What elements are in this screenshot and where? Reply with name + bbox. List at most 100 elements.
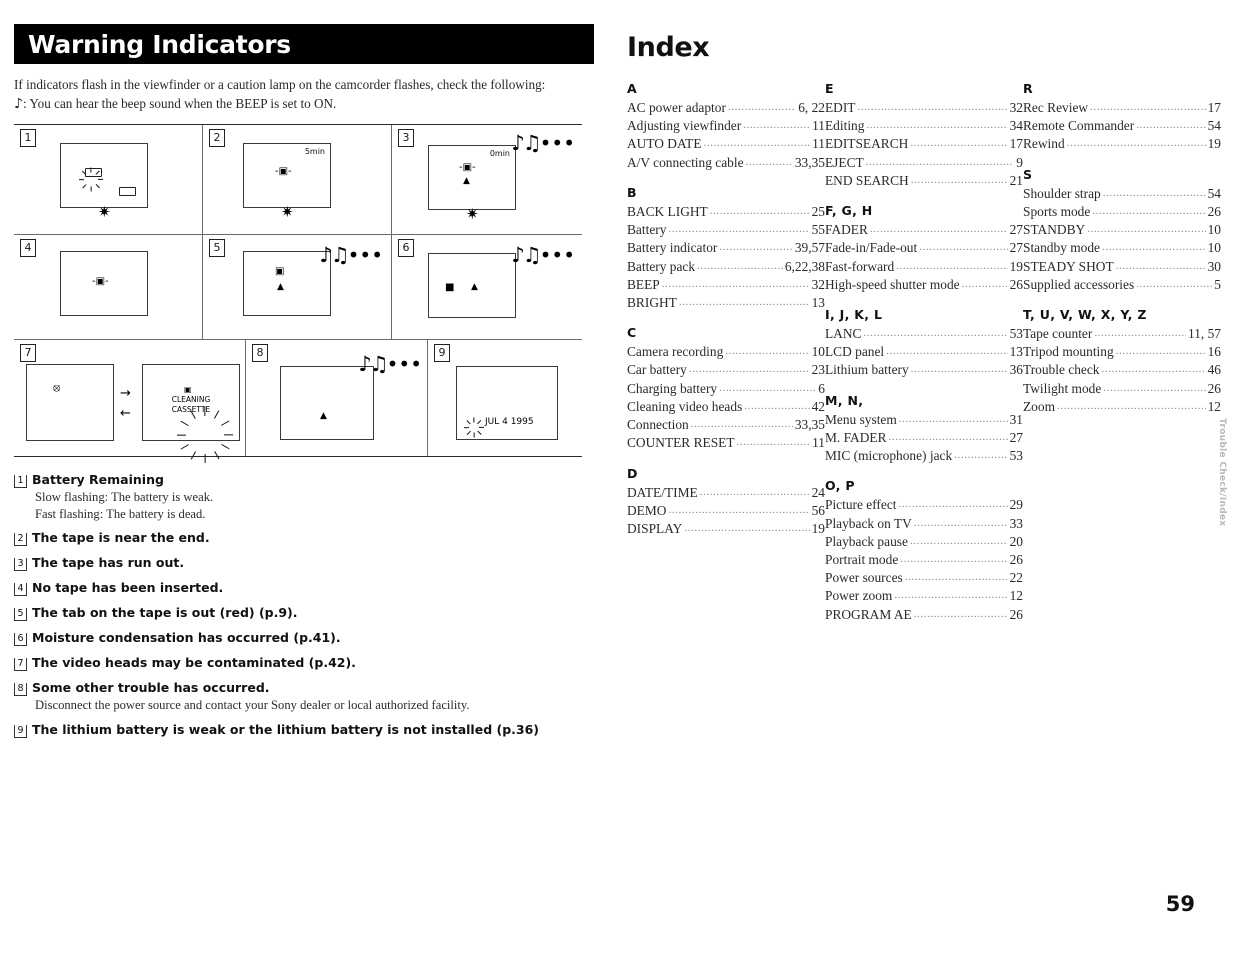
index-entry-term: Battery indicator xyxy=(627,240,718,256)
index-group-d: D DATE/TIME ............................… xyxy=(627,466,825,539)
index-entry-term: M. FADER xyxy=(825,429,887,445)
index-entry-leader: ........................................… xyxy=(719,381,817,394)
index-entry: BRIGHT .................................… xyxy=(627,294,825,312)
index-entry: Trouble check ..........................… xyxy=(1023,361,1221,379)
index-entry: DEMO ...................................… xyxy=(627,502,825,520)
index-entry-leader: ........................................… xyxy=(1136,277,1213,290)
legend-heading: 5 The tab on the tape is out (red) (p.9)… xyxy=(14,605,574,622)
index-entry-page: 54 xyxy=(1207,118,1221,134)
index-entry-page: 55 xyxy=(811,222,825,238)
index-entry: EDITSEARCH .............................… xyxy=(825,135,1023,153)
legend-number: 6 xyxy=(14,633,27,647)
index-entry-term: High-speed shutter mode xyxy=(825,276,960,292)
index-group-c: C Camera recording .....................… xyxy=(627,325,825,452)
index-entry-leader: ........................................… xyxy=(1090,101,1206,113)
warning-intro-line-1: If indicators flash in the viewfinder or… xyxy=(14,77,546,92)
index-entry-leader: ........................................… xyxy=(668,223,810,236)
beep-sound-icon-6: ♪♫••• xyxy=(511,245,575,266)
index-entry: Power sources ..........................… xyxy=(825,569,1023,587)
index-entry: PROGRAM AE .............................… xyxy=(825,606,1023,624)
index-entry: Lithium battery ........................… xyxy=(825,361,1023,379)
index-entry-term: LANC xyxy=(825,325,862,341)
index-entry-leader: ........................................… xyxy=(898,498,1008,511)
warning-indicators-section: Warning Indicators If indicators flash i… xyxy=(14,24,594,747)
index-group-letter: D xyxy=(627,465,638,481)
index-entry-page: 33 xyxy=(1009,515,1023,531)
index-entry-leader: ........................................… xyxy=(690,418,793,431)
viewfinder-screen-9: JUL 4 1995 xyxy=(456,366,558,441)
index-group-letter: R xyxy=(1023,81,1033,96)
eject-triangle-icon-5: ▲ xyxy=(277,282,284,293)
index-group-fgh: F, G, H FADER ..........................… xyxy=(825,203,1023,294)
music-dots-glyph: ••• xyxy=(539,243,575,268)
warning-beep-line: ♪: You can hear the beep sound when the … xyxy=(14,95,594,114)
index-entry: Cleaning video heads ...................… xyxy=(627,398,825,416)
index-entry: Fast-forward ...........................… xyxy=(825,258,1023,276)
index-entry: Camera recording .......................… xyxy=(627,343,825,361)
index-entry: EDIT ...................................… xyxy=(825,99,1023,117)
index-entry-term: END SEARCH xyxy=(825,172,909,188)
index-entry-page: 26 xyxy=(1009,551,1023,567)
index-entry: Menu system ............................… xyxy=(825,411,1023,429)
index-entry: LANC ...................................… xyxy=(825,325,1023,343)
index-entry: AC power adaptor .......................… xyxy=(627,99,825,117)
index-entry-page: 26 xyxy=(1207,203,1221,219)
index-entry-term: DEMO xyxy=(627,502,667,518)
index-entry-page: 24 xyxy=(811,484,825,500)
eject-triangle-icon-6: ▲ xyxy=(471,282,478,293)
indicator-cell-8: 8 ▲ ♪♫••• xyxy=(246,340,428,457)
index-entry-leader: ........................................… xyxy=(727,101,796,113)
index-entry: EJECT ..................................… xyxy=(825,154,1023,172)
index-entry: Supplied accessories ...................… xyxy=(1023,276,1221,294)
index-entry-page: 53 xyxy=(1009,325,1023,341)
legend-title: No tape has been inserted. xyxy=(32,580,224,596)
index-entry: Rec Review .............................… xyxy=(1023,99,1221,117)
index-entry-term: A/V connecting cable xyxy=(627,154,744,170)
index-entry-term: PROGRAM AE xyxy=(825,606,912,622)
index-entry-leader: ........................................… xyxy=(725,345,810,358)
index-group-ijkl: I, J, K, L LANC ........................… xyxy=(825,307,1023,380)
legend-title: Battery Remaining xyxy=(32,472,164,488)
indicator-cell-7: 7 ⦻ → ← ▣ CLEANING CASSETTE xyxy=(14,340,246,464)
index-entry-term: AUTO DATE xyxy=(627,136,702,152)
date-display-label: JUL 4 1995 xyxy=(485,417,534,428)
index-entry-leader: ........................................… xyxy=(1136,119,1206,132)
indicator-cell-3: 3 0min -▣- ▲ ✷ ♪♫••• xyxy=(392,125,581,234)
index-entry: END SEARCH .............................… xyxy=(825,172,1023,190)
page-title: Warning Indicators xyxy=(28,29,291,59)
index-entry-term: STANDBY xyxy=(1023,222,1086,238)
index-entry-term: BRIGHT xyxy=(627,294,677,310)
index-entry-page: 6, 22 xyxy=(798,100,825,115)
legend-heading: 7 The video heads may be contaminated (p… xyxy=(14,655,574,672)
index-entry: DATE/TIME ..............................… xyxy=(627,484,825,502)
index-entry-leader: ........................................… xyxy=(1115,259,1206,272)
music-note-icon: ♪ xyxy=(14,95,23,112)
viewfinder-screen-7a: ⦻ xyxy=(26,364,114,442)
index-entry-term: COUNTER RESET xyxy=(627,435,735,451)
index-entry-leader: ........................................… xyxy=(699,485,810,498)
index-entry: Editing ................................… xyxy=(825,117,1023,135)
legend-heading: 9 The lithium battery is weak or the lit… xyxy=(14,722,574,739)
battery-symbol-outline xyxy=(85,168,102,178)
index-entry-term: Picture effect xyxy=(825,497,897,513)
music-notes-glyph: ♪♫ xyxy=(511,131,541,156)
index-entry-term: Twilight mode xyxy=(1023,380,1102,396)
index-entry-leader: ........................................… xyxy=(910,173,1008,186)
indicator-cell-2: 2 5min -▣- ✷ xyxy=(203,125,392,235)
index-entry-leader: ........................................… xyxy=(896,259,1007,272)
viewfinder-screen-7b: ▣ CLEANING CASSETTE xyxy=(142,364,240,464)
flashing-tab-icon-6: ■ xyxy=(445,282,455,294)
index-entry-leader: ........................................… xyxy=(954,449,1008,462)
indicator-number-7: 7 xyxy=(20,344,36,363)
legend-heading: 3 The tape has run out. xyxy=(14,555,574,572)
indicator-number-9: 9 xyxy=(434,344,450,363)
index-entry-leader: ........................................… xyxy=(1092,204,1206,217)
index-entry-term: Lithium battery xyxy=(825,362,909,378)
indicator-grid-row: 1 ✷ 2 5min -▣- ✷ 3 0min -▣- ▲ ✷ ♪♫••• xyxy=(14,125,582,236)
cassette-glyph-icon: ▣ xyxy=(184,385,192,395)
flashing-cassette-icon-4: -▣- xyxy=(92,276,109,288)
indicator-number-4: 4 xyxy=(20,239,36,258)
index-entry-leader: ........................................… xyxy=(1087,223,1205,236)
index-entry-page: 32 xyxy=(811,276,825,292)
index-entry-leader: ........................................… xyxy=(1115,345,1206,358)
